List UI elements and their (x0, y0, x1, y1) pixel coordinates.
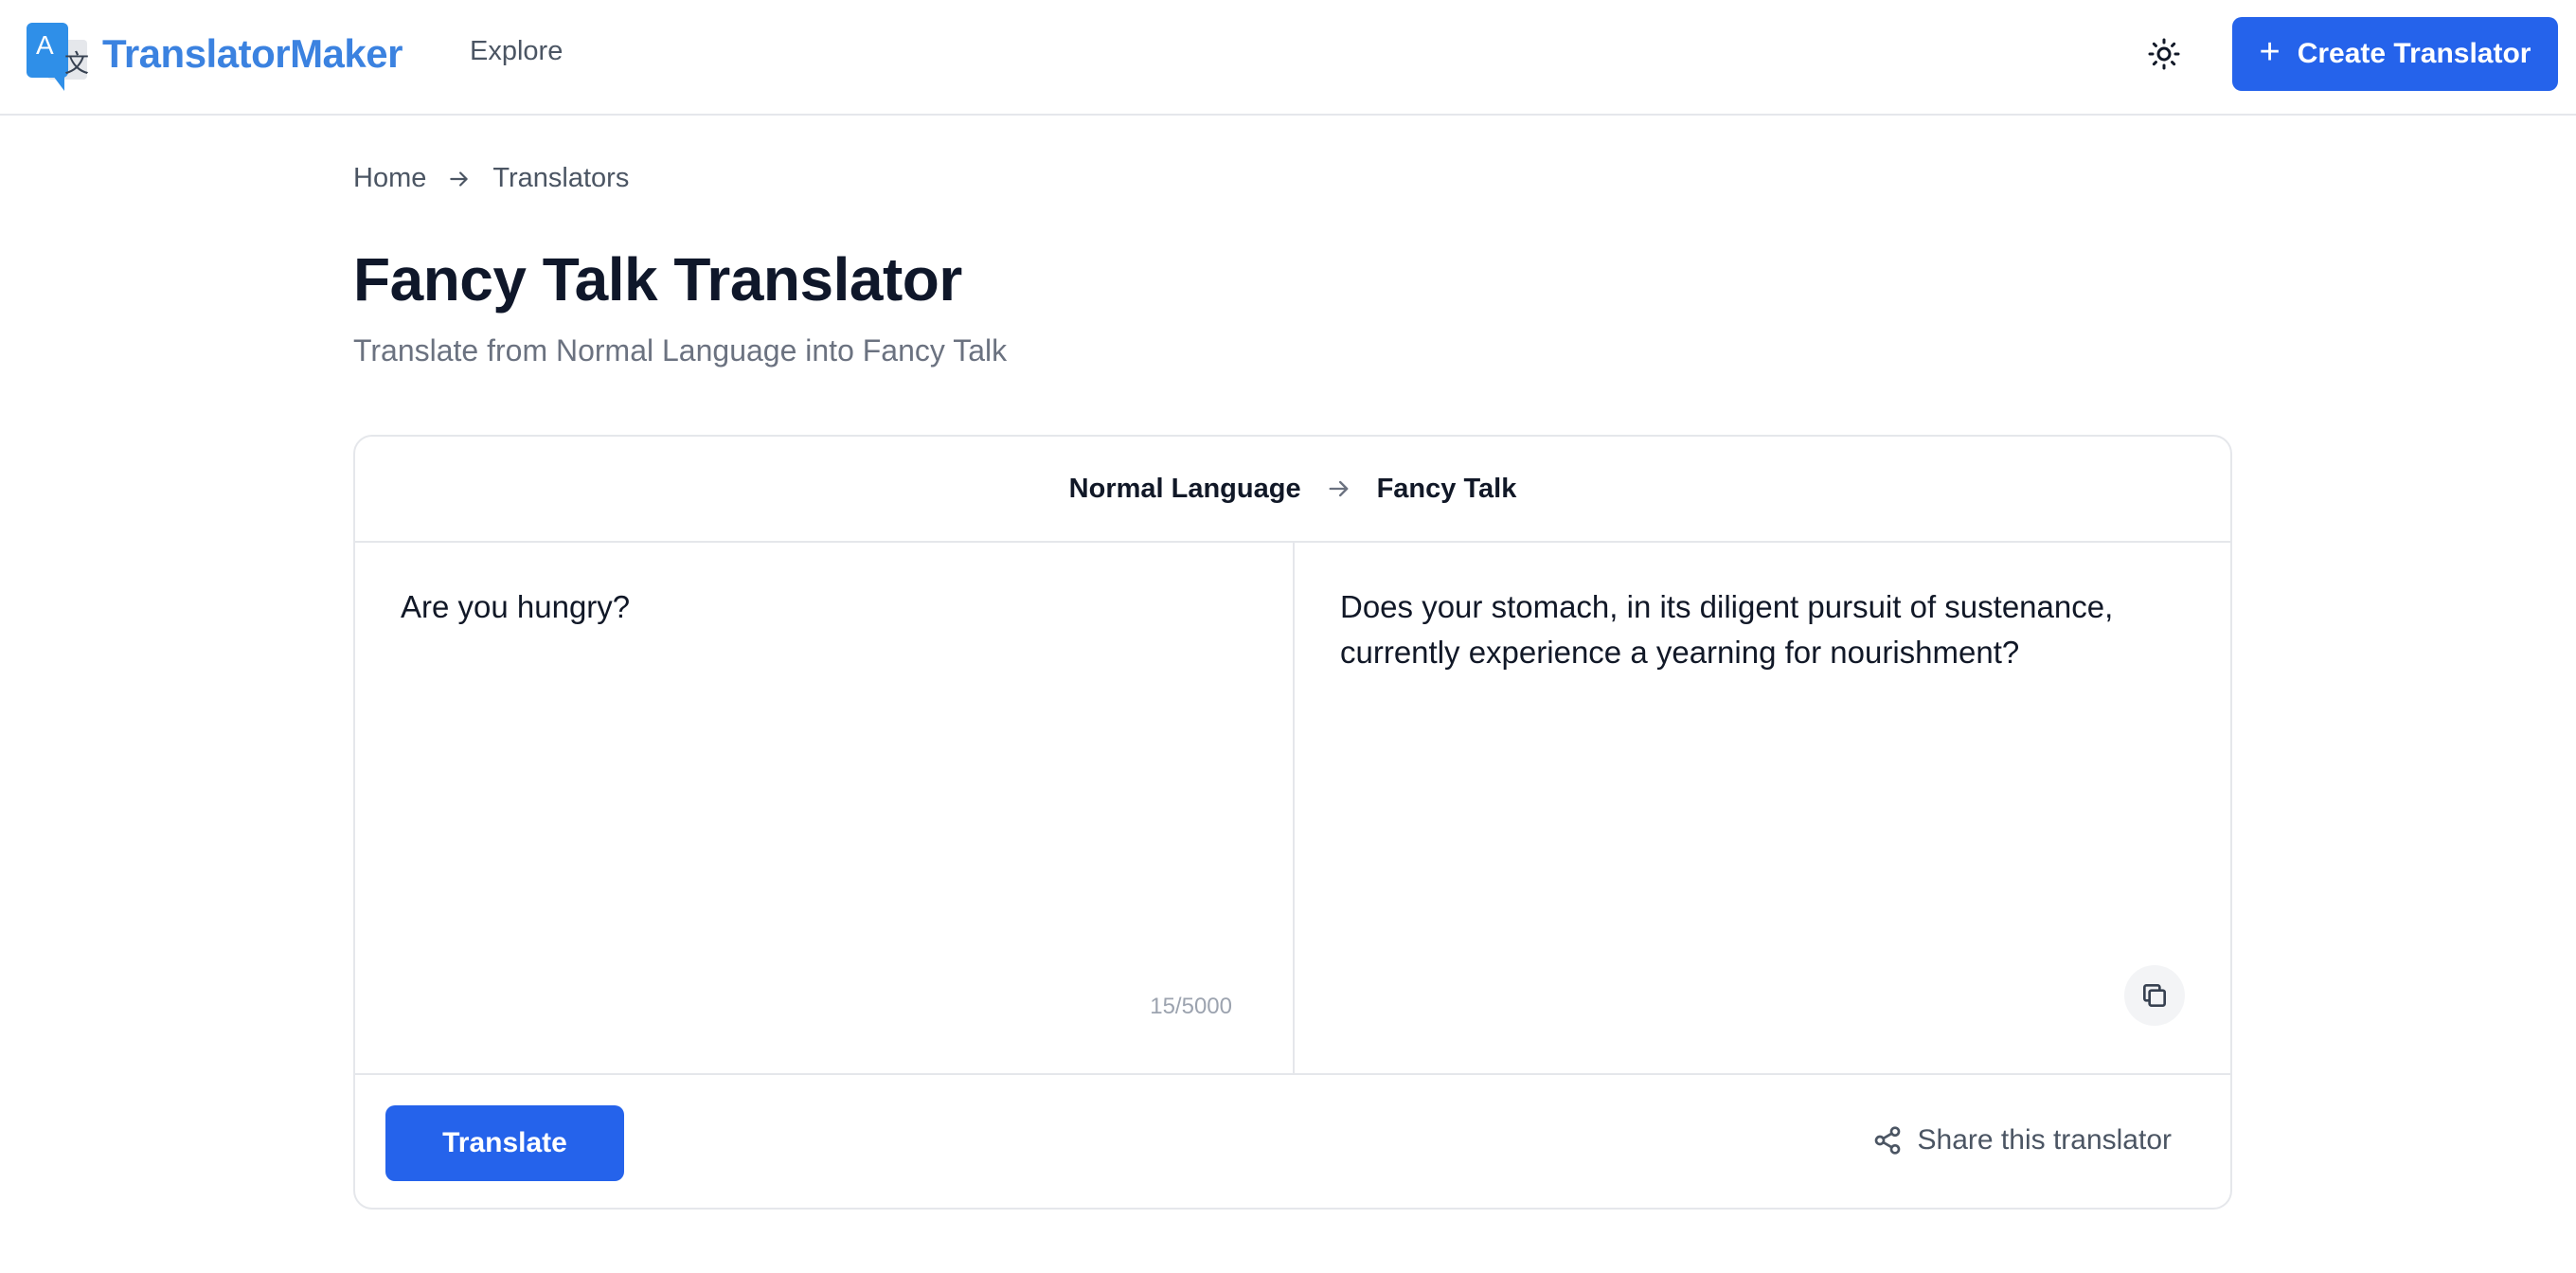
page-subtitle: Translate from Normal Language into Fanc… (353, 333, 1008, 368)
source-language-label: Normal Language (1068, 473, 1301, 504)
brand-logo-link[interactable]: A 文 TranslatorMaker (27, 23, 402, 91)
input-pane: Are you hungry? 15/5000 (355, 543, 1295, 1073)
create-translator-label: Create Translator (2297, 38, 2531, 69)
logo-glyph-cjk: 文 (64, 49, 90, 78)
output-pane: Does your stomach, in its diligent pursu… (1295, 543, 2230, 1073)
arrow-right-icon (447, 167, 472, 191)
translator-card: Normal Language Fancy Talk Are you hungr… (353, 435, 2232, 1210)
copy-icon (2143, 984, 2166, 1007)
source-text-input[interactable]: Are you hungry? (401, 584, 1234, 982)
logo-glyph-latin: A (36, 30, 54, 60)
share-translator-label: Share this translator (1917, 1124, 2172, 1156)
share-translator-link[interactable]: Share this translator (1872, 1124, 2172, 1156)
language-direction-bar: Normal Language Fancy Talk (355, 437, 2230, 543)
nav-explore-link[interactable]: Explore (470, 36, 563, 67)
brand-name: TranslatorMaker (102, 31, 402, 76)
share-icon (1872, 1125, 1903, 1156)
page-title: Fancy Talk Translator (353, 245, 962, 314)
sun-icon (2148, 38, 2180, 70)
copy-output-button[interactable] (2124, 965, 2185, 1026)
target-language-label: Fancy Talk (1376, 473, 1517, 504)
translated-text-output: Does your stomach, in its diligent pursu… (1340, 589, 2114, 670)
breadcrumb-home-link[interactable]: Home (353, 163, 426, 194)
create-translator-button[interactable]: + Create Translator (2232, 17, 2558, 91)
translate-button[interactable]: Translate (385, 1105, 624, 1181)
character-count: 15/5000 (1150, 994, 1232, 1019)
arrow-right-icon (1326, 475, 1352, 502)
theme-toggle-button[interactable] (2138, 28, 2190, 80)
top-header: A 文 TranslatorMaker Explore + Create Tra… (0, 0, 2576, 116)
breadcrumb: Home Translators (353, 163, 629, 194)
plus-icon: + (2259, 32, 2281, 72)
breadcrumb-translators-link[interactable]: Translators (492, 163, 629, 194)
translate-logo-icon: A 文 (27, 23, 90, 91)
translator-footer: Translate Share this translator (355, 1073, 2230, 1208)
